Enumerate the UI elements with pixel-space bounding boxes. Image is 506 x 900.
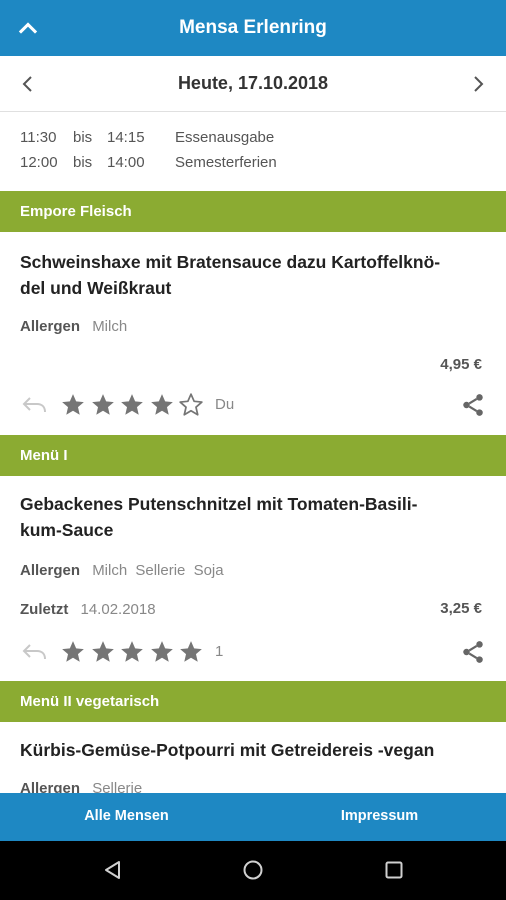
meal-name-line: Gebackenes Putenschnitzel mit Tomaten-Ba… bbox=[20, 494, 418, 514]
rating-bar: Du bbox=[20, 391, 320, 419]
hours-description: Semesterferien bbox=[175, 154, 277, 171]
tab-impressum[interactable]: Impressum bbox=[253, 808, 506, 824]
hours-from: 11:30 bbox=[20, 129, 57, 146]
back-icon[interactable] bbox=[102, 859, 124, 881]
meal-card[interactable]: Gebackenes Putenschnitzel mit Tomaten-Ba… bbox=[0, 476, 506, 681]
allergen-list: Allergen Milch bbox=[20, 318, 131, 335]
star-filled-icon[interactable] bbox=[90, 392, 116, 418]
section-header-menu-i: Menü I bbox=[0, 435, 506, 476]
star-outline-icon[interactable] bbox=[178, 392, 204, 418]
last-served-date: 14.02.2018 bbox=[80, 601, 156, 618]
app-bar: Mensa Erlenring bbox=[0, 0, 506, 56]
tab-alle-mensen[interactable]: Alle Mensen bbox=[0, 808, 253, 824]
allergen-item: Sellerie bbox=[135, 562, 186, 579]
section-title: Menü I bbox=[20, 447, 68, 464]
star-filled-icon[interactable] bbox=[119, 392, 145, 418]
allergen-label: Allergen bbox=[20, 780, 81, 793]
last-served-label: Zuletzt bbox=[20, 601, 69, 618]
meal-card[interactable]: Schweinshaxe mit Bratensauce dazu Kartof… bbox=[0, 232, 506, 435]
last-served: Zuletzt 14.02.2018 bbox=[20, 601, 160, 618]
current-date: Heute, 17.10.2018 bbox=[177, 73, 329, 93]
allergen-label: Allergen bbox=[20, 318, 81, 335]
meal-price: 4,95 € bbox=[440, 356, 482, 373]
rating-count: 1 bbox=[215, 643, 224, 660]
star-filled-icon[interactable] bbox=[90, 639, 116, 665]
recents-icon[interactable] bbox=[383, 859, 405, 881]
undo-icon[interactable] bbox=[20, 395, 48, 415]
section-title: Menü II vegetarisch bbox=[20, 693, 160, 710]
hours-description: Essenausgabe bbox=[175, 129, 275, 146]
allergen-list: Allergen Sellerie bbox=[20, 780, 146, 793]
rating-bar: 1 bbox=[20, 638, 320, 666]
hours-separator: bis bbox=[73, 129, 93, 146]
date-bar: Heute, 17.10.2018 bbox=[0, 56, 506, 112]
meal-name-line: kum-Sauce bbox=[20, 520, 114, 540]
star-filled-icon[interactable] bbox=[60, 392, 86, 418]
hours-from: 12:00 bbox=[20, 154, 58, 171]
meal-price: 3,25 € bbox=[440, 600, 482, 617]
hours-separator: bis bbox=[73, 154, 93, 171]
meal-name-line: Schweinshaxe mit Bratensauce dazu Kartof… bbox=[20, 252, 441, 272]
star-filled-icon[interactable] bbox=[149, 392, 175, 418]
meal-name-line: del und Weißkraut bbox=[20, 278, 172, 298]
meal-card[interactable]: Kürbis-Gemüse-Potpourri mit Getreidereis… bbox=[0, 722, 506, 793]
opening-hours: 11:30 bis 14:15 Essenausgabe 12:00 bis 1… bbox=[0, 113, 506, 191]
allergen-label: Allergen bbox=[20, 562, 81, 579]
share-icon[interactable] bbox=[460, 639, 486, 665]
rating-text: Du bbox=[215, 396, 235, 413]
star-filled-icon[interactable] bbox=[60, 639, 86, 665]
undo-icon[interactable] bbox=[20, 642, 48, 662]
star-filled-icon[interactable] bbox=[119, 639, 145, 665]
section-header-menu-ii-vegetarisch: Menü II vegetarisch bbox=[0, 681, 506, 722]
chevron-right-icon[interactable] bbox=[466, 72, 490, 96]
system-nav-bar bbox=[0, 841, 506, 900]
star-filled-icon[interactable] bbox=[178, 639, 204, 665]
allergen-item: Soja bbox=[193, 562, 224, 579]
star-filled-icon[interactable] bbox=[149, 639, 175, 665]
section-header-empore-fleisch: Empore Fleisch bbox=[0, 191, 506, 232]
meal-name-line: Kürbis-Gemüse-Potpourri mit Getreidereis… bbox=[20, 740, 435, 760]
share-icon[interactable] bbox=[460, 392, 486, 418]
allergen-item: Milch bbox=[92, 562, 128, 579]
allergen-item: Milch bbox=[92, 318, 128, 335]
hours-to: 14:00 bbox=[107, 154, 145, 171]
allergen-item: Sellerie bbox=[92, 780, 143, 793]
allergen-list: Allergen Milch Sellerie Soja bbox=[20, 562, 228, 579]
bottom-bar: Alle Mensen Impressum bbox=[0, 793, 506, 841]
home-icon[interactable] bbox=[242, 859, 264, 881]
hours-to: 14:15 bbox=[107, 129, 145, 146]
section-title: Empore Fleisch bbox=[20, 203, 132, 220]
app-title: Mensa Erlenring bbox=[179, 17, 327, 38]
